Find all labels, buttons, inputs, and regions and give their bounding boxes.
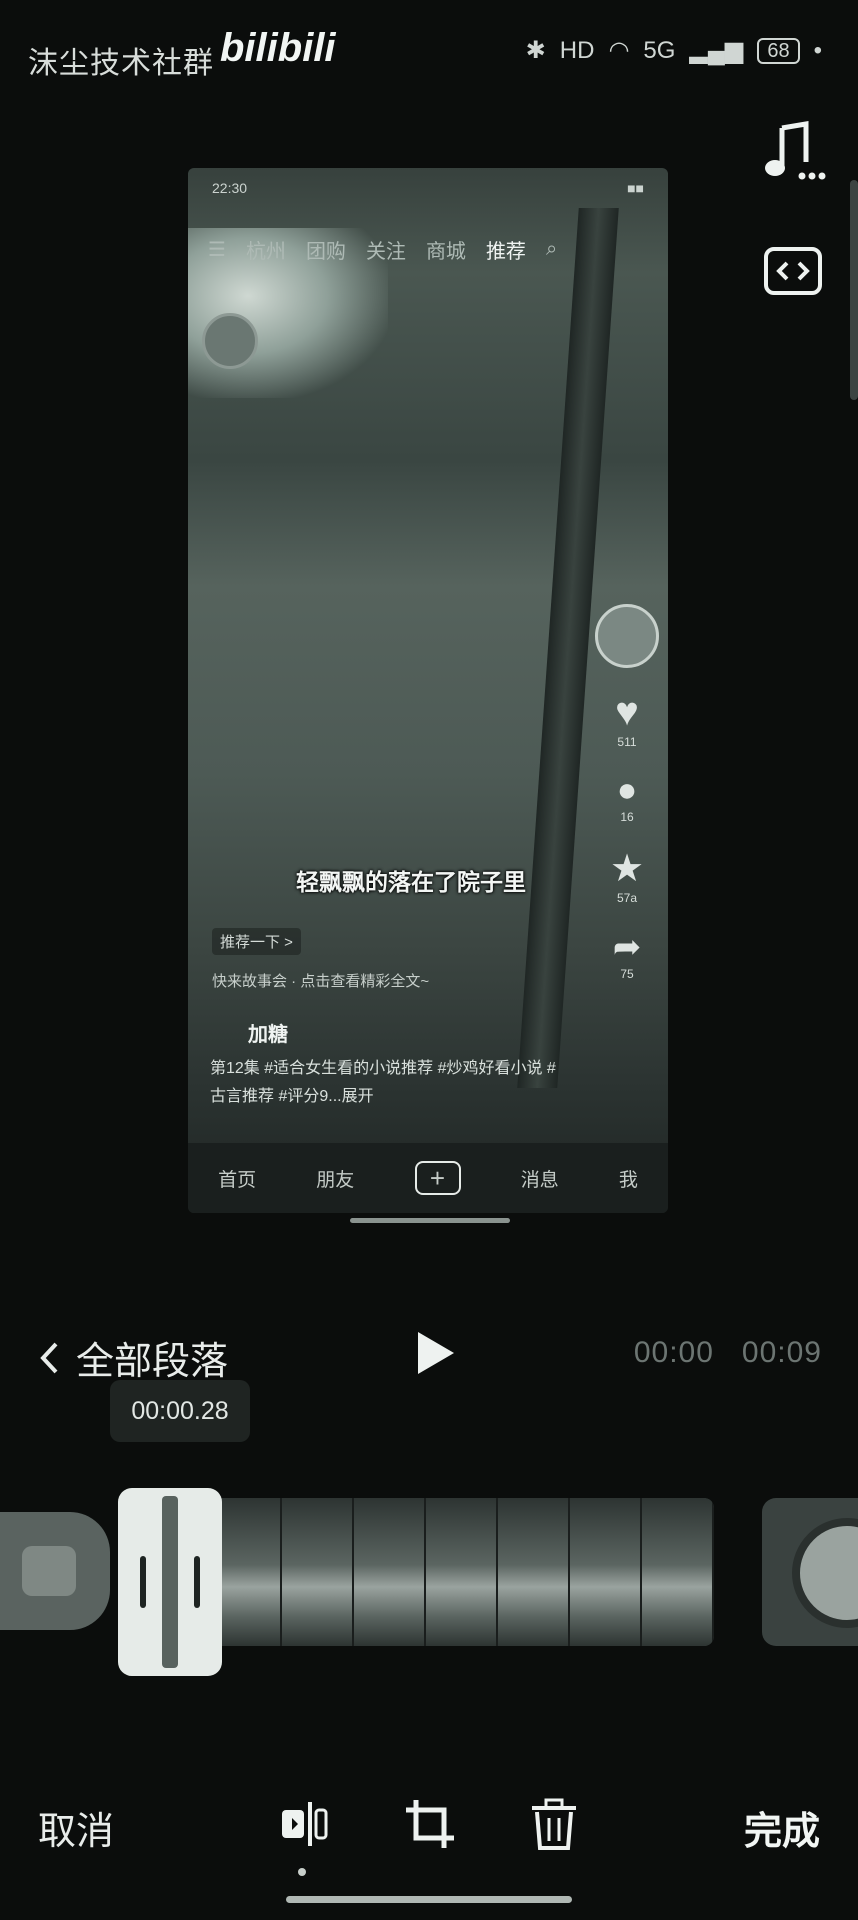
preview-favorite: ★ 57a [610,846,644,905]
embed-button[interactable] [758,236,828,306]
bluetooth-icon: ✱ [525,37,546,64]
preview-comment: ● 16 [617,771,638,824]
timeline-frame [426,1498,498,1646]
preview-tab-friends: 朋友 [316,1169,355,1191]
cancel-button[interactable]: 取消 [38,1800,114,1855]
delete-button[interactable] [526,1796,582,1852]
trim-handle[interactable] [118,1488,222,1676]
preview-menu-icon: ☰ [208,238,226,261]
preview-status-time: 22:30 [212,180,248,196]
preview-status-icons: ■■ [627,180,644,196]
comment-icon: ● [616,771,638,809]
next-clip-thumbnail [792,1518,858,1628]
battery-indicator: 68 [757,37,800,64]
hd-badge: HD [559,36,595,64]
crop-button[interactable] [402,1796,458,1852]
preview-nav: ☰ 杭州 团购 关注 商城 推荐 ⌕ [188,224,668,274]
bilibili-logo: bilibili [220,26,336,70]
all-paragraphs-back-button[interactable]: 全部段落 [38,1330,228,1385]
handle-grip-left [140,1556,146,1608]
preview-author-avatar [595,604,659,668]
handle-grip-right [194,1556,200,1608]
play-button[interactable] [410,1328,460,1378]
timeline-frame [642,1498,714,1646]
preview-tabbar: 首页 朋友 + 消息 我 [188,1143,668,1213]
preview-author: 加糖 [248,1024,288,1046]
back-label: 全部段落 [76,1341,229,1383]
status-icons: ✱ HD ◠ 5G ▂▄▆ 68 • [526,36,822,65]
dot-icon: • [813,36,822,64]
preview-tab-home: 首页 [218,1169,257,1191]
music-button[interactable] [758,118,828,188]
preview-live-avatar [202,313,258,369]
done-button[interactable]: 完成 [744,1800,820,1855]
timeline-frame [282,1498,354,1646]
trash-icon [532,1798,576,1850]
share-count: 75 [620,967,634,981]
favorite-count: 57a [616,891,637,905]
signal-icon: ▂▄▆ [689,37,744,64]
star-icon: ★ [609,848,645,890]
crop-icon [406,1800,454,1848]
status-bar: 沫尘技术社群 bilibili ✱ HD ◠ 5G ▂▄▆ 68 • [0,0,858,100]
preview-subtitle: 轻飘飘的落在了院子里 [296,869,526,895]
timeline-frame [354,1498,426,1646]
timeline-frame [498,1498,570,1646]
preview-side-actions: ♥ 511 ● 16 ★ 57a ➦ 75 [592,604,662,981]
wifi-icon: ◠ [608,37,630,64]
time-range: 00:00 00:09 [634,1336,822,1370]
watermark-text: 沫尘技术社群 [28,47,214,80]
heart-icon: ♥ [615,690,639,734]
timeline-next-clip[interactable] [762,1498,858,1646]
preview-status-bar: 22:30 ■■ [188,174,668,208]
home-indicator[interactable] [286,1896,572,1903]
preview-nav-item: 商城 [425,240,466,263]
split-icon [282,1802,328,1846]
preview-scroll-indicator [350,1218,510,1223]
preview-recommend: 推荐一下 > [212,928,301,955]
preview-like: ♥ 511 [615,690,639,749]
chevron-left-icon [40,1342,58,1373]
timeline-track[interactable] [210,1498,714,1646]
like-count: 511 [617,735,637,749]
playhead [162,1496,178,1668]
music-note-icon [765,121,826,180]
preview-nav-item: 杭州 [245,240,286,263]
share-icon: ➦ [612,928,642,966]
preview-search-icon: ⌕ [545,237,558,260]
code-brackets-icon [764,247,822,295]
time-start: 00:00 [633,1336,714,1369]
preview-nav-item: 关注 [365,240,406,263]
preview-tab-plus: + [414,1161,461,1195]
previous-clip-thumbnail [22,1546,76,1596]
preview-share: ➦ 75 [613,927,642,981]
timeline-frame [570,1498,642,1646]
preview-tab-me: 我 [618,1169,638,1191]
comment-count: 16 [620,810,634,824]
selected-tool-indicator [298,1868,306,1876]
preview-description: 第12集 #适合女生看的小说推荐 #炒鸡好看小说 #古言推荐 #评分9...展开 [210,1060,556,1105]
video-preview[interactable]: 22:30 ■■ ☰ 杭州 团购 关注 商城 推荐 ⌕ ♥ 511 ● 16 ★… [188,168,668,1213]
preview-nav-item: 团购 [305,240,346,263]
current-time-badge: 00:00.28 [110,1380,250,1442]
edge-scrollbar[interactable] [850,180,858,400]
preview-nav-item-active: 推荐 [485,240,526,263]
play-icon [418,1332,454,1374]
network-label: 5G [643,36,676,64]
time-end: 00:09 [741,1336,822,1369]
preview-link: 快来故事会 · 点击查看精彩全文~ [212,973,430,990]
split-button[interactable] [276,1796,332,1852]
preview-tab-messages: 消息 [520,1169,559,1191]
timeline-previous-clip[interactable] [0,1512,110,1630]
